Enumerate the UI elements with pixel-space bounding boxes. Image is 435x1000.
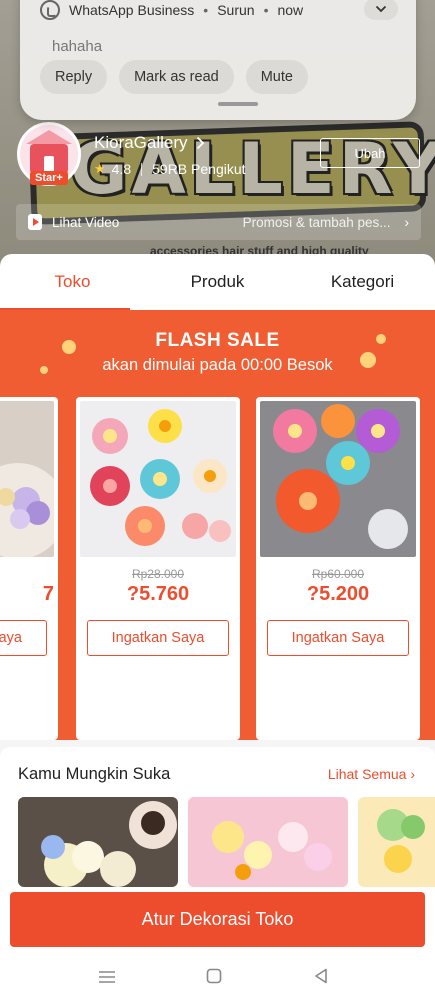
remind-me-button[interactable]: Ingatkan Saya: [87, 620, 229, 656]
chevron-right-icon: [196, 136, 204, 150]
star-icon: ★: [94, 161, 106, 176]
tab-produk[interactable]: Produk: [145, 254, 290, 310]
flash-product-card[interactable]: Rp60.000 ?5.200 Ingatkan Saya: [256, 397, 420, 740]
promo-text: Promosi & tambah pes...: [242, 214, 391, 230]
shop-name-text: KioraGallery: [94, 133, 188, 152]
shop-name[interactable]: KioraGallery: [94, 133, 205, 153]
recommended-product-image[interactable]: [358, 797, 435, 887]
product-image: [80, 401, 236, 557]
back-icon[interactable]: [314, 968, 328, 989]
product-image: [260, 401, 416, 557]
expand-chevron-icon[interactable]: [364, 0, 398, 20]
flash-sale-section: FLASH SALE akan dimulai pada 00:00 Besok…: [0, 310, 435, 740]
home-icon[interactable]: [206, 968, 222, 989]
shop-meta: ★ 4.8 59RB Pengikut: [94, 161, 246, 177]
shop-logo: [26, 130, 72, 174]
system-navigation-bar: [0, 955, 435, 1000]
see-all-link[interactable]: Lihat Semua ›: [328, 766, 415, 782]
price-original: Rp28.000: [131, 567, 185, 581]
mark-as-read-button[interactable]: Mark as read: [119, 60, 234, 94]
price-flash: ?5.760: [126, 583, 190, 605]
mute-button[interactable]: Mute: [245, 60, 308, 94]
remind-me-button[interactable]: Ingatkan Saya: [267, 620, 409, 656]
shop-followers: 59RB Pengikut: [152, 161, 246, 177]
flash-sale-subtitle: akan dimulai pada 00:00 Besok: [102, 356, 333, 374]
chevron-right-icon: ›: [410, 766, 415, 782]
notification-sender: Surun: [217, 2, 255, 18]
video-promo-bar[interactable]: Lihat Video Promosi & tambah pes... ›: [16, 204, 421, 240]
notification-message: hahaha: [52, 38, 103, 55]
recommendations-title: Kamu Mungkin Suka: [18, 765, 171, 783]
menu-icon[interactable]: [98, 968, 116, 989]
tab-toko[interactable]: Toko: [0, 254, 145, 310]
price-flash: ?5.200: [306, 583, 370, 605]
whatsapp-notification[interactable]: WhatsApp Business • Surun • now hahaha R…: [20, 0, 416, 120]
drag-handle[interactable]: [218, 102, 258, 106]
notification-app: WhatsApp Business: [69, 2, 195, 18]
chevron-right-icon: ›: [404, 214, 410, 230]
flash-sale-title: FLASH SALE: [155, 330, 280, 351]
price-flash: 7: [42, 583, 54, 605]
whatsapp-icon: [40, 0, 60, 20]
notification-actions: Reply Mark as read Mute: [40, 60, 308, 94]
remind-me-button[interactable]: Saya: [0, 620, 47, 656]
ubah-button[interactable]: Ubah: [320, 138, 420, 168]
shop-rating: 4.8: [111, 161, 132, 177]
recommended-product-image[interactable]: [188, 797, 348, 887]
atur-dekorasi-toko-button[interactable]: Atur Dekorasi Toko: [10, 892, 425, 947]
notification-time: now: [277, 2, 304, 18]
product-image: [0, 401, 54, 557]
reply-button[interactable]: Reply: [40, 60, 108, 94]
recommended-product-image[interactable]: [18, 797, 178, 887]
video-icon: [28, 214, 42, 230]
shop-tabs: Toko Produk Kategori: [0, 254, 435, 310]
price-original: Rp60.000: [311, 567, 365, 581]
tab-kategori[interactable]: Kategori: [290, 254, 435, 310]
video-label: Lihat Video: [52, 214, 120, 230]
star-plus-badge: Star+: [30, 171, 68, 185]
notification-header: WhatsApp Business • Surun • now: [40, 0, 303, 20]
flash-product-card[interactable]: 7 Saya: [0, 397, 58, 740]
flash-product-card[interactable]: Rp28.000 ?5.760 Ingatkan Saya: [76, 397, 240, 740]
